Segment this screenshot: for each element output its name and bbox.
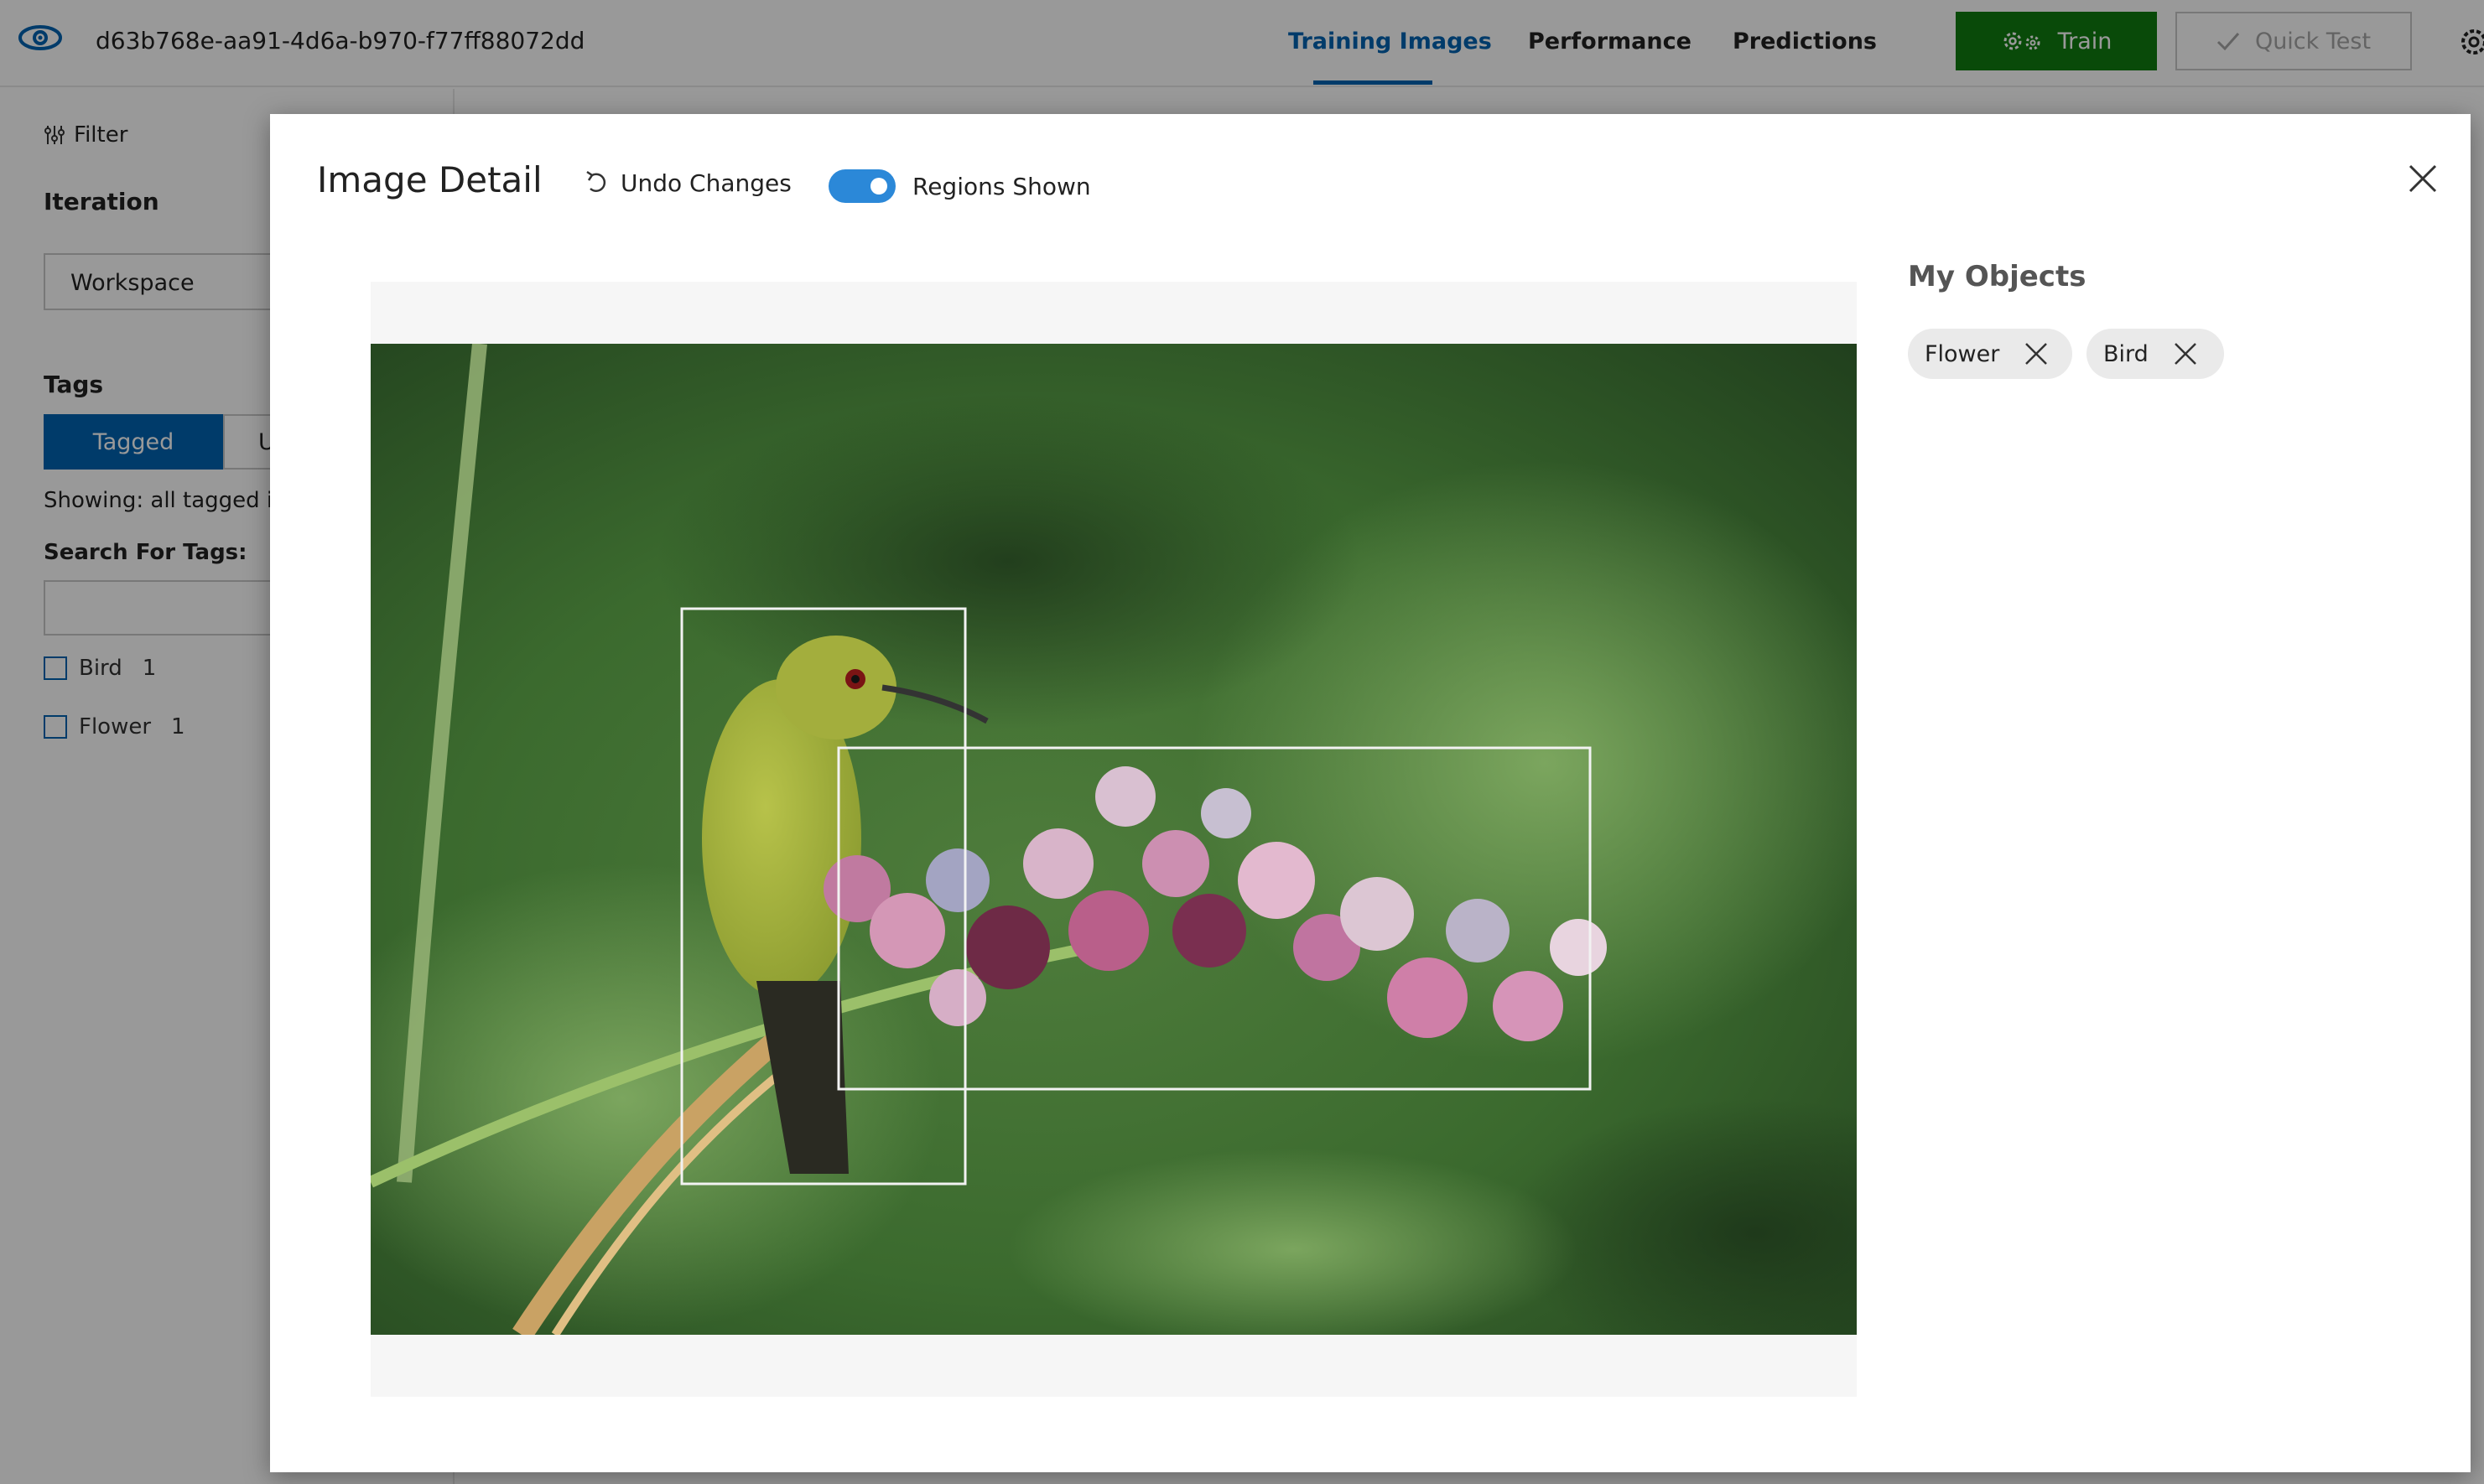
regions-shown-label: Regions Shown [912, 173, 1091, 200]
object-tag-label: Bird [2103, 340, 2149, 367]
remove-tag-icon[interactable] [2174, 342, 2197, 366]
dialog-title: Image Detail [317, 159, 543, 200]
image-detail-dialog: Image Detail Undo Changes Regions Shown [270, 114, 2471, 1472]
undo-label: Undo Changes [621, 169, 792, 197]
object-tag-chip: Bird [2086, 329, 2224, 379]
image-canvas [371, 282, 1857, 1397]
regions-shown-toggle[interactable] [829, 169, 896, 203]
object-tag-label: Flower [1925, 340, 2000, 367]
app-root: d63b768e-aa91-4d6a-b970-f77ff88072dd Tra… [0, 0, 2484, 1484]
object-tag-chip: Flower [1908, 329, 2072, 379]
close-icon[interactable] [2402, 158, 2444, 200]
toggle-knob [870, 178, 887, 195]
training-photo [371, 344, 1857, 1335]
my-objects-heading: My Objects [1908, 260, 2086, 293]
undo-icon [586, 170, 606, 192]
undo-changes-button[interactable]: Undo Changes [584, 169, 792, 197]
remove-tag-icon[interactable] [2024, 342, 2048, 366]
